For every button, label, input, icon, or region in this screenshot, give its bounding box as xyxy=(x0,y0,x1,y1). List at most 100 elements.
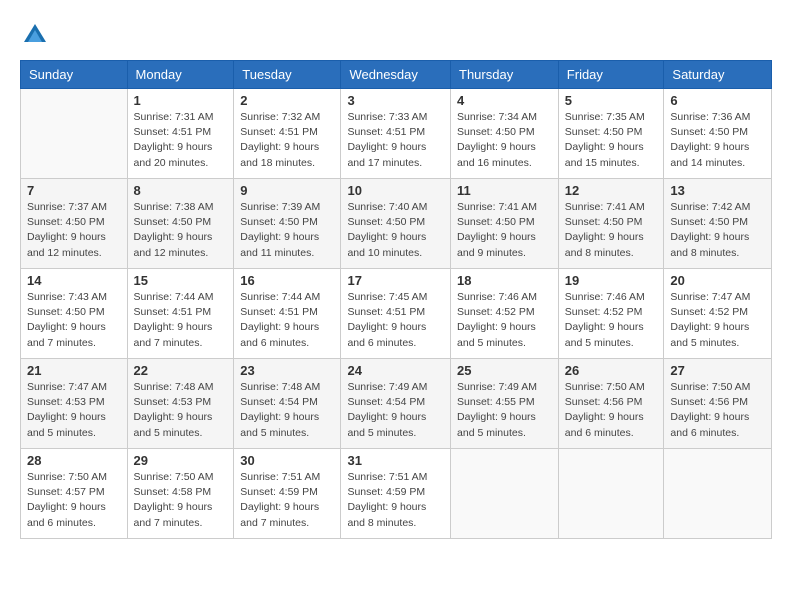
logo xyxy=(20,20,54,50)
calendar-cell: 11 Sunrise: 7:41 AM Sunset: 4:50 PM Dayli… xyxy=(451,179,559,269)
day-number: 25 xyxy=(457,363,552,378)
day-of-week-header: Wednesday xyxy=(341,61,451,89)
day-info: Sunrise: 7:33 AM Sunset: 4:51 PM Dayligh… xyxy=(347,110,444,171)
day-info: Sunrise: 7:41 AM Sunset: 4:50 PM Dayligh… xyxy=(565,200,658,261)
calendar-cell: 7Sunrise: 7:37 AM Sunset: 4:50 PM Daylig… xyxy=(21,179,128,269)
calendar-cell: 18Sunrise: 7:46 AM Sunset: 4:52 PM Dayli… xyxy=(451,269,559,359)
day-of-week-header: Tuesday xyxy=(234,61,341,89)
day-number: 4 xyxy=(457,93,552,108)
day-number: 15 xyxy=(134,273,228,288)
logo-icon xyxy=(20,20,50,50)
calendar-cell xyxy=(664,449,772,539)
calendar-cell: 16 Sunrise: 7:44 AM Sunset: 4:51 PM Dayli… xyxy=(234,269,341,359)
day-number: 7 xyxy=(27,183,121,198)
day-info: Sunrise: 7:47 AM Sunset: 4:53 PM Dayligh… xyxy=(27,380,121,441)
calendar-cell: 26Sunrise: 7:50 AM Sunset: 4:56 PM Dayli… xyxy=(558,359,664,449)
day-info: Sunrise: 7:47 AM Sunset: 4:52 PM Dayligh… xyxy=(670,290,765,351)
day-number: 2 xyxy=(240,93,334,108)
day-number: 5 xyxy=(565,93,658,108)
calendar-cell: 4 Sunrise: 7:34 AM Sunset: 4:50 PM Daylig… xyxy=(451,89,559,179)
day-info: Sunrise: 7:49 AM Sunset: 4:55 PM Dayligh… xyxy=(457,380,552,441)
calendar-cell: 14 Sunrise: 7:43 AM Sunset: 4:50 PM Dayli… xyxy=(21,269,128,359)
calendar-cell: 13 Sunrise: 7:42 AM Sunset: 4:50 PM Dayli… xyxy=(664,179,772,269)
day-number: 19 xyxy=(565,273,658,288)
day-info: Sunrise: 7:32 AM Sunset: 4:51 PM Dayligh… xyxy=(240,110,334,171)
day-number: 3 xyxy=(347,93,444,108)
day-number: 11 xyxy=(457,183,552,198)
day-info: Sunrise: 7:45 AM Sunset: 4:51 PM Dayligh… xyxy=(347,290,444,351)
day-info: Sunrise: 7:51 AM Sunset: 4:59 PM Dayligh… xyxy=(240,470,334,531)
day-of-week-header: Thursday xyxy=(451,61,559,89)
calendar-cell xyxy=(451,449,559,539)
day-number: 14 xyxy=(27,273,121,288)
day-info: Sunrise: 7:41 AM Sunset: 4:50 PM Dayligh… xyxy=(457,200,552,261)
calendar-cell: 19 Sunrise: 7:46 AM Sunset: 4:52 PM Dayli… xyxy=(558,269,664,359)
day-info: Sunrise: 7:42 AM Sunset: 4:50 PM Dayligh… xyxy=(670,200,765,261)
calendar-cell: 6 Sunrise: 7:36 AM Sunset: 4:50 PM Daylig… xyxy=(664,89,772,179)
day-of-week-header: Saturday xyxy=(664,61,772,89)
day-number: 30 xyxy=(240,453,334,468)
calendar-cell: 2 Sunrise: 7:32 AM Sunset: 4:51 PM Daylig… xyxy=(234,89,341,179)
calendar-cell xyxy=(558,449,664,539)
day-info: Sunrise: 7:50 AM Sunset: 4:56 PM Dayligh… xyxy=(670,380,765,441)
day-number: 17 xyxy=(347,273,444,288)
days-of-week-row: SundayMondayTuesdayWednesdayThursdayFrid… xyxy=(21,61,772,89)
day-number: 21 xyxy=(27,363,121,378)
day-info: Sunrise: 7:49 AM Sunset: 4:54 PM Dayligh… xyxy=(347,380,444,441)
day-number: 20 xyxy=(670,273,765,288)
calendar-cell: 1Sunrise: 7:31 AM Sunset: 4:51 PM Daylig… xyxy=(127,89,234,179)
day-info: Sunrise: 7:34 AM Sunset: 4:50 PM Dayligh… xyxy=(457,110,552,171)
day-info: Sunrise: 7:44 AM Sunset: 4:51 PM Dayligh… xyxy=(240,290,334,351)
calendar-cell: 30 Sunrise: 7:51 AM Sunset: 4:59 PM Dayli… xyxy=(234,449,341,539)
page-header xyxy=(20,20,772,50)
day-info: Sunrise: 7:50 AM Sunset: 4:58 PM Dayligh… xyxy=(134,470,228,531)
day-of-week-header: Monday xyxy=(127,61,234,89)
day-number: 23 xyxy=(240,363,334,378)
calendar-cell xyxy=(21,89,128,179)
calendar-week-row: 1Sunrise: 7:31 AM Sunset: 4:51 PM Daylig… xyxy=(21,89,772,179)
calendar-week-row: 14 Sunrise: 7:43 AM Sunset: 4:50 PM Dayli… xyxy=(21,269,772,359)
calendar-cell: 28Sunrise: 7:50 AM Sunset: 4:57 PM Dayli… xyxy=(21,449,128,539)
day-info: Sunrise: 7:43 AM Sunset: 4:50 PM Dayligh… xyxy=(27,290,121,351)
calendar-table: SundayMondayTuesdayWednesdayThursdayFrid… xyxy=(20,60,772,539)
calendar-week-row: 21 Sunrise: 7:47 AM Sunset: 4:53 PM Dayli… xyxy=(21,359,772,449)
day-number: 13 xyxy=(670,183,765,198)
calendar-cell: 29Sunrise: 7:50 AM Sunset: 4:58 PM Dayli… xyxy=(127,449,234,539)
calendar-week-row: 7Sunrise: 7:37 AM Sunset: 4:50 PM Daylig… xyxy=(21,179,772,269)
calendar-cell: 15 Sunrise: 7:44 AM Sunset: 4:51 PM Dayli… xyxy=(127,269,234,359)
calendar-cell: 27Sunrise: 7:50 AM Sunset: 4:56 PM Dayli… xyxy=(664,359,772,449)
calendar-body: 1Sunrise: 7:31 AM Sunset: 4:51 PM Daylig… xyxy=(21,89,772,539)
day-number: 6 xyxy=(670,93,765,108)
day-of-week-header: Friday xyxy=(558,61,664,89)
calendar-cell: 25 Sunrise: 7:49 AM Sunset: 4:55 PM Dayli… xyxy=(451,359,559,449)
day-number: 24 xyxy=(347,363,444,378)
day-number: 16 xyxy=(240,273,334,288)
calendar-cell: 31 Sunrise: 7:51 AM Sunset: 4:59 PM Dayli… xyxy=(341,449,451,539)
calendar-cell: 17 Sunrise: 7:45 AM Sunset: 4:51 PM Dayli… xyxy=(341,269,451,359)
day-info: Sunrise: 7:50 AM Sunset: 4:56 PM Dayligh… xyxy=(565,380,658,441)
day-info: Sunrise: 7:38 AM Sunset: 4:50 PM Dayligh… xyxy=(134,200,228,261)
day-number: 9 xyxy=(240,183,334,198)
calendar-week-row: 28Sunrise: 7:50 AM Sunset: 4:57 PM Dayli… xyxy=(21,449,772,539)
calendar-header: SundayMondayTuesdayWednesdayThursdayFrid… xyxy=(21,61,772,89)
day-info: Sunrise: 7:31 AM Sunset: 4:51 PM Dayligh… xyxy=(134,110,228,171)
calendar-cell: 23 Sunrise: 7:48 AM Sunset: 4:54 PM Dayli… xyxy=(234,359,341,449)
day-info: Sunrise: 7:39 AM Sunset: 4:50 PM Dayligh… xyxy=(240,200,334,261)
day-number: 8 xyxy=(134,183,228,198)
day-info: Sunrise: 7:51 AM Sunset: 4:59 PM Dayligh… xyxy=(347,470,444,531)
calendar-cell: 9 Sunrise: 7:39 AM Sunset: 4:50 PM Daylig… xyxy=(234,179,341,269)
day-info: Sunrise: 7:48 AM Sunset: 4:54 PM Dayligh… xyxy=(240,380,334,441)
day-info: Sunrise: 7:44 AM Sunset: 4:51 PM Dayligh… xyxy=(134,290,228,351)
day-info: Sunrise: 7:36 AM Sunset: 4:50 PM Dayligh… xyxy=(670,110,765,171)
day-number: 18 xyxy=(457,273,552,288)
calendar-cell: 21 Sunrise: 7:47 AM Sunset: 4:53 PM Dayli… xyxy=(21,359,128,449)
day-info: Sunrise: 7:46 AM Sunset: 4:52 PM Dayligh… xyxy=(565,290,658,351)
day-number: 10 xyxy=(347,183,444,198)
day-number: 31 xyxy=(347,453,444,468)
day-number: 22 xyxy=(134,363,228,378)
calendar-cell: 12Sunrise: 7:41 AM Sunset: 4:50 PM Dayli… xyxy=(558,179,664,269)
day-info: Sunrise: 7:40 AM Sunset: 4:50 PM Dayligh… xyxy=(347,200,444,261)
day-info: Sunrise: 7:35 AM Sunset: 4:50 PM Dayligh… xyxy=(565,110,658,171)
calendar-cell: 20 Sunrise: 7:47 AM Sunset: 4:52 PM Dayli… xyxy=(664,269,772,359)
calendar-cell: 5 Sunrise: 7:35 AM Sunset: 4:50 PM Daylig… xyxy=(558,89,664,179)
